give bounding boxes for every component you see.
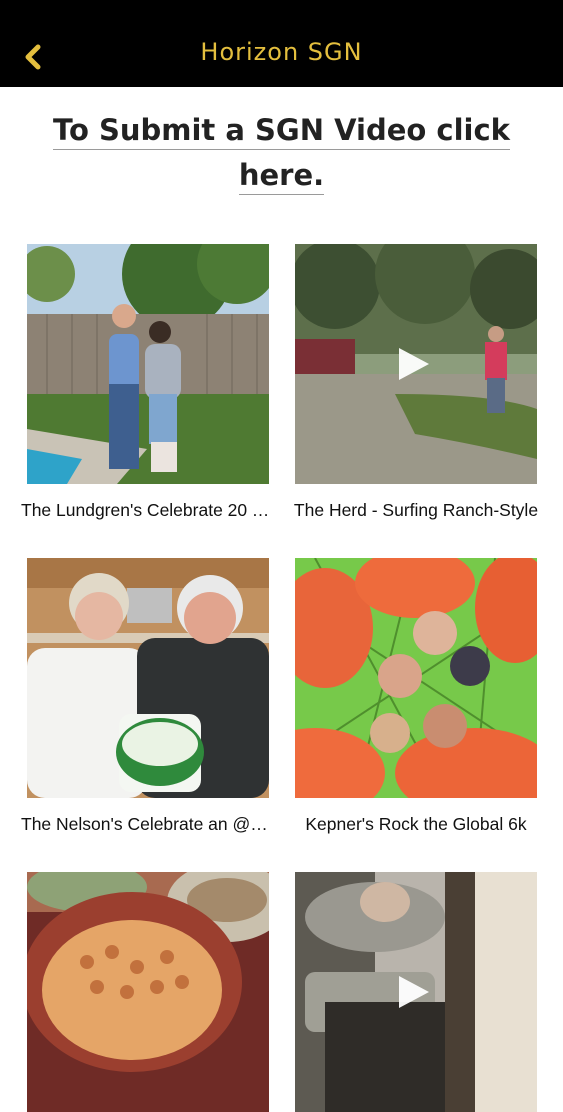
video-caption[interactable]: The Lundgren's Celebrate 20 Year... xyxy=(21,500,275,521)
video-thumbnail[interactable] xyxy=(27,558,269,798)
video-caption[interactable]: Kepner's Rock the Global 6k xyxy=(289,814,543,835)
video-thumbnail[interactable] xyxy=(295,872,537,1112)
play-icon[interactable] xyxy=(399,976,429,1008)
submit-link-line1[interactable]: To Submit a SGN Video click xyxy=(53,113,510,150)
video-tile[interactable]: Kepner's Rock the Global 6k xyxy=(295,558,537,834)
video-thumbnail[interactable] xyxy=(295,244,537,484)
video-tile[interactable] xyxy=(295,872,537,1112)
app-header: Horizon SGN xyxy=(0,0,563,87)
video-thumbnail[interactable] xyxy=(27,244,269,484)
video-tile[interactable]: The Lundgren's Celebrate 20 Year... xyxy=(21,244,275,520)
video-caption[interactable]: The Nelson's Celebrate an @Hom... xyxy=(21,814,275,835)
video-tile[interactable]: The Nelson's Celebrate an @Hom... xyxy=(21,558,275,834)
video-thumbnail[interactable] xyxy=(27,872,269,1112)
video-tile[interactable] xyxy=(27,872,269,1112)
video-tile[interactable]: The Herd - Surfing Ranch-Style xyxy=(294,244,538,520)
page-title: Horizon SGN xyxy=(200,38,363,66)
video-caption[interactable]: The Herd - Surfing Ranch-Style xyxy=(289,500,543,521)
submit-link-line2[interactable]: here. xyxy=(238,158,325,195)
video-thumbnail[interactable] xyxy=(295,558,537,798)
submit-video-link[interactable]: To Submit a SGN Video click here. xyxy=(40,108,523,198)
play-icon[interactable] xyxy=(399,348,429,380)
